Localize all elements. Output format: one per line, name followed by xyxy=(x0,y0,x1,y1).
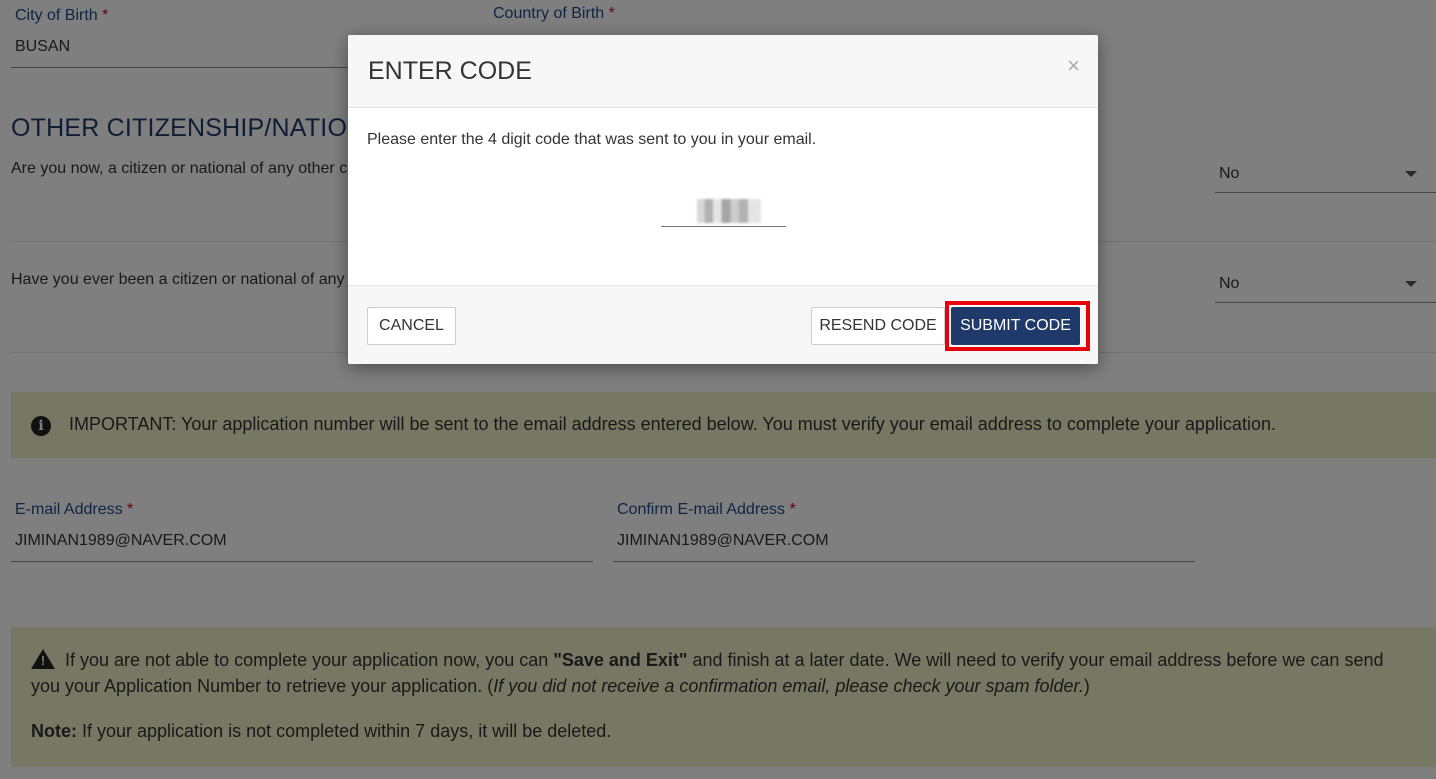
dialog-header: ENTER CODE × xyxy=(348,35,1098,108)
close-icon[interactable]: × xyxy=(1067,55,1080,77)
dialog-footer: CANCEL RESEND CODE SUBMIT CODE xyxy=(348,285,1098,364)
resend-code-button[interactable]: RESEND CODE xyxy=(811,307,945,345)
dialog-body: Please enter the 4 digit code that was s… xyxy=(348,109,1098,285)
cancel-button[interactable]: CANCEL xyxy=(367,307,456,345)
enter-code-dialog: ENTER CODE × Please enter the 4 digit co… xyxy=(348,35,1098,364)
submit-code-button[interactable]: SUBMIT CODE xyxy=(951,307,1080,345)
dialog-message: Please enter the 4 digit code that was s… xyxy=(367,131,817,148)
code-input[interactable] xyxy=(661,195,786,227)
dialog-title: ENTER CODE xyxy=(368,57,532,85)
obscured-code xyxy=(697,199,761,223)
